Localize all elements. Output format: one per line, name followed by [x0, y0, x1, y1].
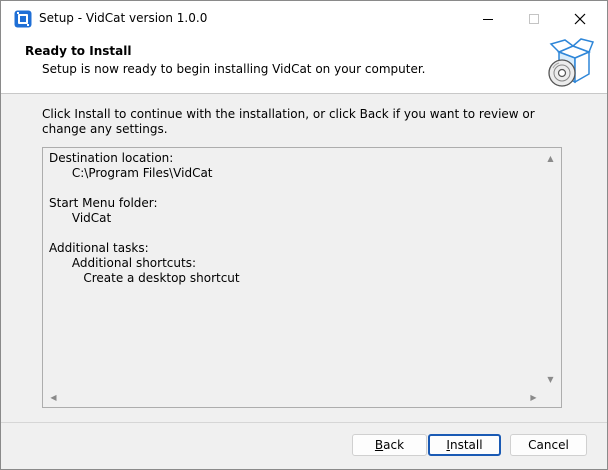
scroll-down-arrow-icon[interactable]: ▼ [542, 371, 559, 388]
memo-content: Destination location: C:\Program Files\V… [49, 151, 539, 286]
memo-line: Additional shortcuts: [49, 256, 196, 270]
minimize-icon [483, 19, 493, 20]
install-button-label: Install [446, 438, 483, 452]
memo-line: Start Menu folder: [49, 196, 158, 210]
install-button[interactable]: Install [428, 434, 501, 456]
scroll-up-arrow-icon[interactable]: ▲ [542, 150, 559, 167]
install-box-cd-icon [548, 38, 595, 87]
back-button[interactable]: Back [352, 434, 427, 456]
title-bar[interactable]: Setup - VidCat version 1.0.0 [1, 1, 607, 37]
horizontal-scrollbar[interactable]: ◀ ▶ [43, 389, 542, 406]
maximize-button[interactable] [511, 1, 557, 37]
setup-window: Setup - VidCat version 1.0.0 Ready to In… [0, 0, 608, 470]
back-button-label: Back [374, 438, 405, 452]
instruction-text: Click Install to continue with the insta… [42, 107, 535, 136]
ready-memo[interactable]: Destination location: C:\Program Files\V… [42, 147, 562, 408]
minimize-button[interactable] [465, 1, 511, 37]
cancel-button-label: Cancel [528, 438, 569, 452]
scroll-right-arrow-icon[interactable]: ▶ [525, 389, 542, 406]
page-title: Ready to Install [25, 44, 132, 58]
app-icon [14, 10, 32, 28]
memo-line [49, 181, 539, 196]
memo-line: Create a desktop shortcut [49, 271, 240, 285]
vertical-scrollbar[interactable]: ▲ ▼ [542, 148, 559, 389]
close-icon [574, 13, 586, 25]
memo-line: C:\Program Files\VidCat [49, 166, 213, 180]
scroll-left-arrow-icon[interactable]: ◀ [45, 389, 62, 406]
page-subtitle: Setup is now ready to begin installing V… [42, 62, 426, 76]
close-button[interactable] [557, 1, 603, 37]
footer-separator [1, 422, 607, 423]
memo-line: Destination location: [49, 151, 174, 165]
maximize-icon [529, 14, 539, 24]
memo-line: VidCat [49, 211, 112, 225]
memo-line: Additional tasks: [49, 241, 149, 255]
window-title: Setup - VidCat version 1.0.0 [39, 11, 208, 25]
wizard-header: Ready to Install Setup is now ready to b… [1, 37, 607, 93]
memo-line [49, 226, 539, 241]
cancel-button[interactable]: Cancel [510, 434, 587, 456]
header-separator [1, 93, 607, 94]
